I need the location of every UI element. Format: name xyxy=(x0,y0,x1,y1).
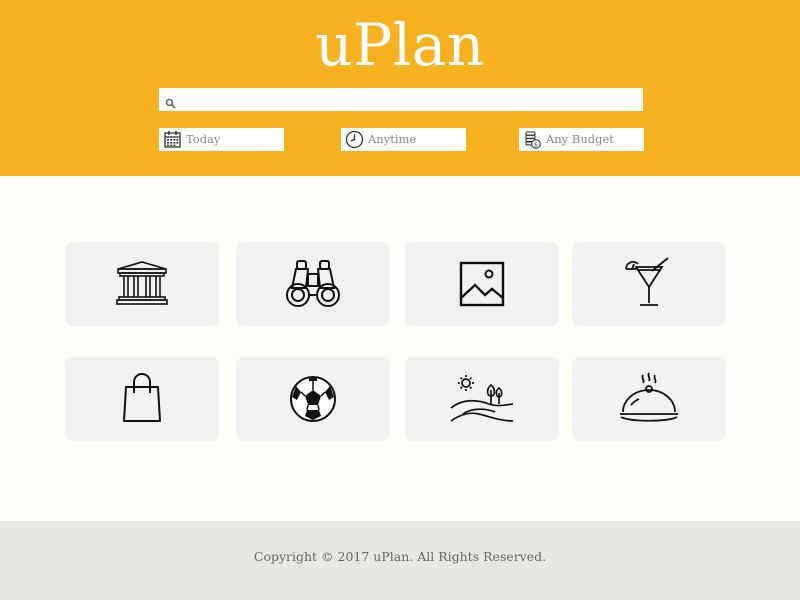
food-cloche-icon xyxy=(620,372,678,422)
calendar-icon xyxy=(163,130,182,149)
category-tile-shopping[interactable] xyxy=(65,357,219,441)
category-tile-outdoors[interactable] xyxy=(405,357,559,441)
date-filter-label: Today xyxy=(186,132,221,146)
time-filter-label: Anytime xyxy=(368,132,417,146)
time-filter[interactable]: Anytime xyxy=(341,128,466,151)
shopping-bag-icon xyxy=(123,373,161,422)
coins-icon: $ xyxy=(523,130,542,149)
category-tile-art[interactable] xyxy=(405,242,559,326)
category-tile-sports[interactable] xyxy=(236,357,390,441)
search-icon xyxy=(165,94,176,113)
category-tile-museums[interactable] xyxy=(65,242,219,326)
binoculars-icon xyxy=(286,260,340,307)
soccer-ball-icon xyxy=(290,376,336,422)
footer: Copyright © 2017 uPlan. All Rights Reser… xyxy=(0,521,800,600)
cocktail-icon xyxy=(625,257,669,306)
category-tile-dining[interactable] xyxy=(572,357,726,441)
budget-filter[interactable]: $ Any Budget xyxy=(519,128,644,151)
picture-icon xyxy=(459,261,505,307)
header: uPlan Today Anytime $ Any Budget xyxy=(0,0,800,176)
budget-filter-label: Any Budget xyxy=(546,132,614,146)
date-filter[interactable]: Today xyxy=(159,128,284,151)
search-input[interactable] xyxy=(181,88,637,111)
site-logo[interactable]: uPlan xyxy=(0,8,800,82)
category-tile-nightlife[interactable] xyxy=(572,242,726,326)
landscape-icon xyxy=(450,375,514,422)
clock-icon xyxy=(345,130,364,149)
category-tile-sightseeing[interactable] xyxy=(236,242,390,326)
museum-icon xyxy=(116,261,168,305)
search-bar[interactable] xyxy=(159,88,643,111)
svg-text:$: $ xyxy=(534,140,538,148)
copyright-text: Copyright © 2017 uPlan. All Rights Reser… xyxy=(253,549,547,564)
